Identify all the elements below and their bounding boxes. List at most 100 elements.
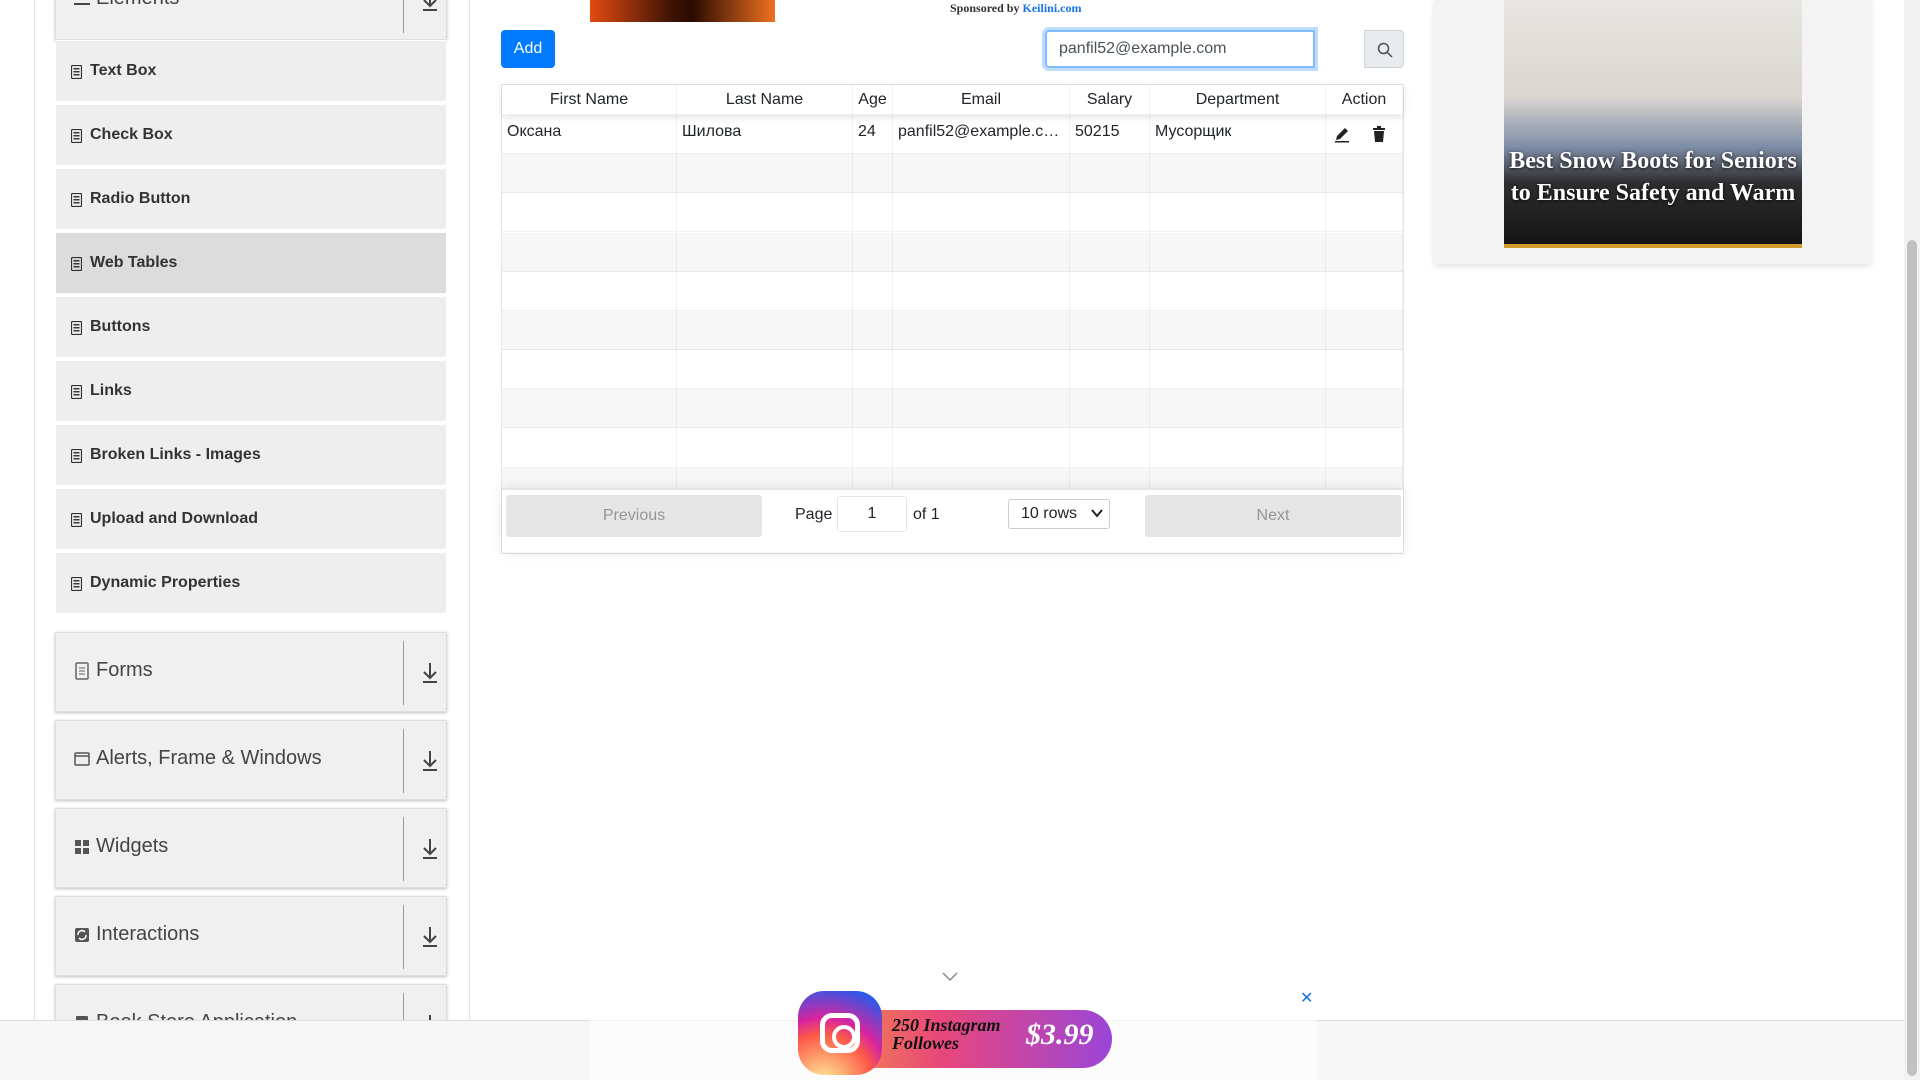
table-cell-department — [1150, 154, 1326, 194]
table-cell-email: panfil52@example.c… — [893, 115, 1070, 154]
download-arrow-icon[interactable] — [420, 925, 440, 949]
delete-icon[interactable] — [1370, 125, 1388, 143]
table-cell-department — [1150, 428, 1326, 468]
search-button[interactable] — [1364, 30, 1404, 68]
table-cell-age — [853, 311, 893, 350]
table-cell-salary — [1070, 350, 1150, 390]
column-header-email[interactable]: Email — [893, 85, 1070, 115]
chevron-down-icon — [1091, 509, 1103, 518]
table-row — [502, 193, 1403, 233]
top-ad-image[interactable] — [590, 0, 775, 22]
download-arrow-icon[interactable] — [420, 0, 440, 13]
sidebar-item-label: Check Box — [90, 126, 173, 143]
group-header-alerts[interactable]: Alerts, Frame & Windows — [55, 720, 447, 800]
search-input[interactable]: panfil52@example.com — [1045, 30, 1315, 68]
instagram-ad-line2: Followes — [892, 1033, 960, 1053]
sidebar-item-radio-button[interactable]: Radio Button — [56, 168, 446, 230]
table-cell-age — [853, 350, 893, 390]
column-header-last-name[interactable]: Last Name — [677, 85, 853, 115]
group-label-alerts: Alerts, Frame & Windows — [96, 747, 322, 769]
sync-icon — [75, 928, 89, 942]
list-icon — [71, 577, 82, 591]
column-header-action: Action — [1326, 85, 1403, 115]
list-icon — [71, 513, 82, 527]
separator — [403, 0, 404, 33]
sidebar-item-links[interactable]: Links — [56, 360, 446, 422]
table-cell-email — [893, 271, 1070, 311]
sidebar-item-broken-links-images[interactable]: Broken Links - Images — [56, 424, 446, 486]
table-cell-last — [677, 428, 853, 468]
group-header-elements[interactable]: Elements — [55, 0, 447, 40]
table-row — [502, 154, 1403, 194]
table-cell-email — [893, 311, 1070, 350]
table-row — [502, 311, 1403, 350]
page: Elements Text Box Check Box Radio Button We… — [0, 0, 1920, 1080]
table-cell-action — [1326, 311, 1403, 350]
download-arrow-icon[interactable] — [420, 749, 440, 773]
sidebar-item-upload-and-download[interactable]: Upload and Download — [56, 488, 446, 550]
sidebar-item-label: Web Tables — [90, 254, 178, 271]
table-row — [502, 428, 1403, 468]
table-cell-age: 24 — [853, 115, 893, 154]
right-ad-title[interactable]: Best Snow Boots for Seniors to Ensure Sa… — [1504, 145, 1802, 209]
table-cell-salary — [1070, 428, 1150, 468]
rows-per-page-value: 10 rows — [1021, 505, 1078, 522]
table-cell-first — [502, 154, 677, 194]
chevron-down-icon[interactable] — [942, 972, 958, 982]
group-label-widgets: Widgets — [96, 835, 169, 857]
table-cell-email — [893, 232, 1070, 272]
table-cell-age — [853, 232, 893, 272]
sidebar-item-check-box[interactable]: Check Box — [56, 104, 446, 166]
sidebar-item-text-box[interactable]: Text Box — [56, 40, 446, 102]
column-header-age[interactable]: Age — [853, 85, 893, 115]
table-cell-department — [1150, 389, 1326, 429]
column-header-department[interactable]: Department — [1150, 85, 1326, 115]
table-cell-salary: 50215 — [1070, 115, 1150, 154]
list-icon — [71, 129, 82, 143]
table-cell-email — [893, 154, 1070, 194]
edit-icon[interactable] — [1333, 125, 1351, 143]
instagram-logo-icon — [798, 991, 882, 1075]
table-cell-age — [853, 428, 893, 468]
sidebar-item-dynamic-properties[interactable]: Dynamic Properties — [56, 552, 446, 614]
table-cell-department — [1150, 311, 1326, 350]
sponsored-link[interactable]: Keilini.com — [1022, 1, 1081, 15]
next-button[interactable]: Next — [1145, 495, 1401, 537]
group-header-widgets[interactable]: Widgets — [55, 808, 447, 888]
page-number-input[interactable]: 1 — [837, 496, 907, 532]
rows-per-page-select[interactable]: 10 rows — [1008, 499, 1110, 529]
previous-button[interactable]: Previous — [506, 495, 762, 537]
download-arrow-icon[interactable] — [420, 837, 440, 861]
sponsored-text: Sponsored by Keilini.com — [950, 1, 1081, 16]
list-icon — [71, 385, 82, 399]
table-cell-first — [502, 193, 677, 233]
table-header: First Name Last Name Age Email Salary De… — [502, 85, 1403, 115]
table-cell-action — [1326, 232, 1403, 272]
page-total: of 1 — [913, 506, 940, 523]
group-header-forms[interactable]: Forms — [55, 632, 447, 712]
table-cell-first — [502, 389, 677, 429]
download-arrow-icon[interactable] — [420, 661, 440, 685]
table-cell-first: Оксана — [502, 115, 677, 154]
table-cell-email — [893, 389, 1070, 429]
table-row — [502, 350, 1403, 390]
right-ad-image[interactable] — [1504, 0, 1802, 248]
web-table: First Name Last Name Age Email Salary De… — [501, 84, 1404, 554]
group-label-interactions: Interactions — [96, 923, 200, 945]
column-header-first-name[interactable]: First Name — [502, 85, 677, 115]
sidebar-item-web-tables[interactable]: Web Tables — [56, 232, 446, 294]
close-ad-icon[interactable]: ✕ — [1300, 988, 1313, 1008]
table-cell-last — [677, 389, 853, 429]
sidebar-item-buttons[interactable]: Buttons — [56, 296, 446, 358]
list-icon — [71, 321, 82, 335]
table-cell-department: Мусорщик — [1150, 115, 1326, 154]
list-icon — [71, 193, 82, 207]
add-button[interactable]: Add — [501, 30, 555, 68]
table-cell-last — [677, 154, 853, 194]
column-header-salary[interactable]: Salary — [1070, 85, 1150, 115]
group-label-elements: Elements — [96, 0, 179, 10]
separator — [403, 817, 404, 881]
scrollbar-thumb[interactable] — [1907, 240, 1917, 1076]
group-header-interactions[interactable]: Interactions — [55, 896, 447, 976]
table-cell-last — [677, 193, 853, 233]
